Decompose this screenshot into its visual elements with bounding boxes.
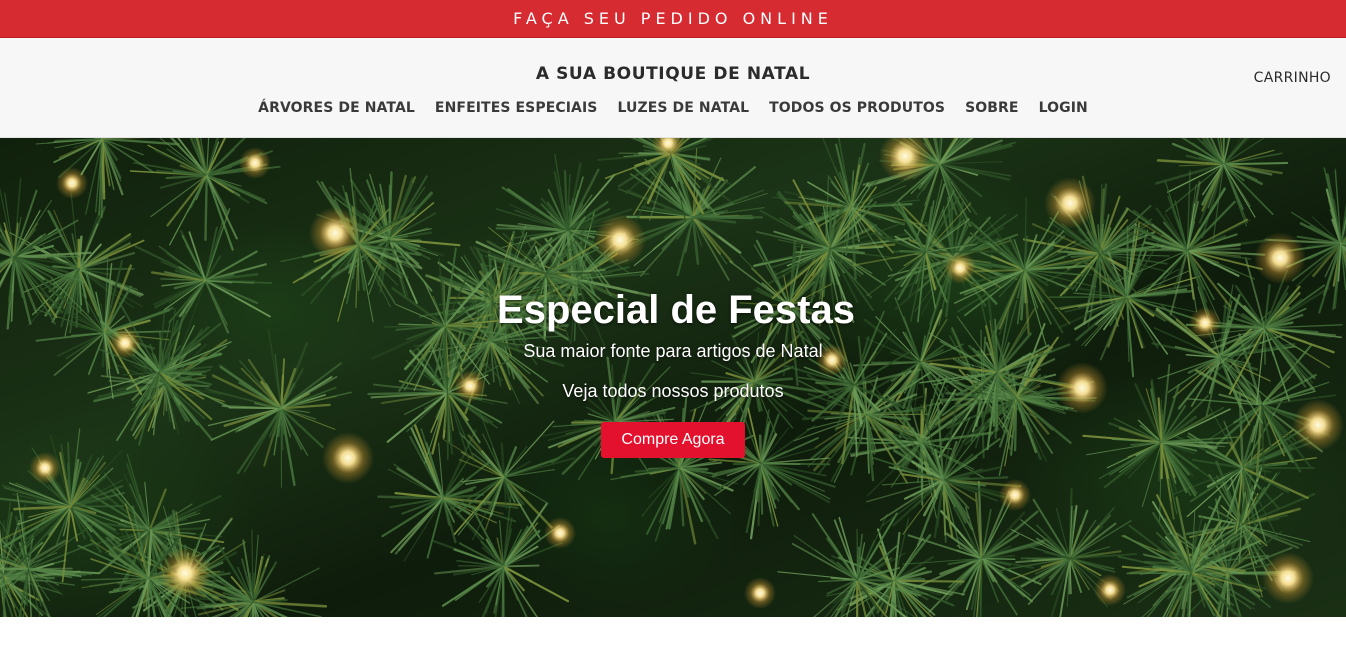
nav-item-login[interactable]: LOGIN xyxy=(1039,100,1088,116)
promo-link[interactable]: FAÇA SEU PEDIDO ONLINE xyxy=(513,9,833,28)
promo-bar: FAÇA SEU PEDIDO ONLINE xyxy=(0,0,1346,38)
nav-item-todos-produtos[interactable]: TODOS OS PRODUTOS xyxy=(769,100,945,116)
shop-now-button[interactable]: Compre Agora xyxy=(601,422,745,458)
nav-item-enfeites[interactable]: ENFEITES ESPECIAIS xyxy=(435,100,598,116)
hero-title: Especial de Festas xyxy=(497,288,855,332)
hero-subtitle: Sua maior fonte para artigos de Natal xyxy=(523,341,823,361)
hero-banner: Especial de Festas Sua maior fonte para … xyxy=(0,138,1346,617)
nav-item-sobre[interactable]: SOBRE xyxy=(965,100,1019,116)
nav-item-arvores[interactable]: ÁRVORES DE NATAL xyxy=(258,100,415,116)
main-nav: ÁRVORES DE NATAL ENFEITES ESPECIAIS LUZE… xyxy=(0,100,1346,116)
site-header: A SUA BOUTIQUE DE NATAL CARRINHO ÁRVORES… xyxy=(0,38,1346,138)
nav-item-luzes[interactable]: LUZES DE NATAL xyxy=(618,100,750,116)
all-products-link[interactable]: Veja todos nossos produtos xyxy=(0,381,1346,402)
hero-content: Especial de Festas Sua maior fonte para … xyxy=(0,288,1346,458)
site-title[interactable]: A SUA BOUTIQUE DE NATAL xyxy=(0,64,1346,84)
cart-link[interactable]: CARRINHO xyxy=(1254,70,1331,86)
